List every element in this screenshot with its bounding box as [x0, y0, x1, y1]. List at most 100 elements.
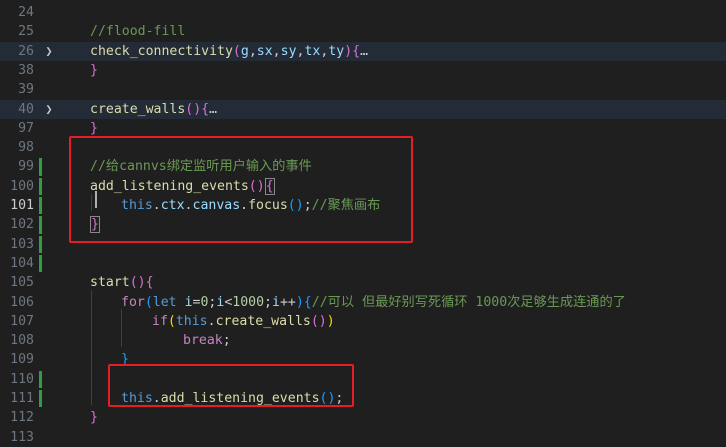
modified-line-marker: [39, 158, 42, 176]
code-token: //可以 但最好别写死循环 1000次足够生成连通的了: [311, 294, 626, 310]
code-line[interactable]: 25 //flood-fill: [0, 22, 726, 41]
code-token: }: [90, 62, 98, 78]
code-token: start: [90, 275, 130, 291]
indent-guide: [121, 309, 122, 347]
code-token: (): [129, 275, 146, 291]
text-cursor: [95, 191, 97, 208]
line-number: 110: [10, 371, 34, 387]
code-line[interactable]: 112}: [0, 408, 726, 427]
code-token: ++: [279, 294, 296, 310]
code-token: 1000: [232, 294, 265, 310]
line-number: 108: [10, 333, 34, 349]
line-number: 26: [18, 43, 34, 59]
code-token: }: [90, 120, 98, 136]
code-editor[interactable]: 24 25//flood-fill 26 ❯ check_connectivity(g,…: [0, 0, 726, 445]
modified-line-marker: [39, 370, 42, 388]
modified-line-marker: [39, 197, 42, 215]
code-token: tx: [304, 43, 321, 59]
code-token: i: [272, 294, 280, 310]
line-number: 113: [10, 429, 34, 445]
line-number: 103: [10, 236, 34, 252]
code-token: (): [310, 313, 327, 329]
code-token: {: [201, 101, 210, 117]
code-line[interactable]: 39: [0, 80, 726, 99]
code-line[interactable]: 26 ❯ check_connectivity(g,sx,sy,tx,ty){…: [0, 41, 726, 61]
indent-guide: [91, 290, 92, 367]
code-line[interactable]: 24: [0, 3, 726, 22]
code-token: ): [344, 43, 353, 59]
modified-line-marker: [39, 390, 42, 408]
code-token: }: [90, 410, 98, 426]
line-number: 25: [18, 24, 34, 40]
code-token: {: [303, 294, 312, 310]
code-token: ): [326, 313, 335, 329]
line-number: 39: [18, 82, 34, 98]
code-line[interactable]: 106 for(let i=0;i<1000;i++){//可以 但最好别写死循环…: [0, 293, 726, 312]
code-token: {: [352, 43, 361, 59]
folded-ellipsis[interactable]: …: [360, 44, 368, 59]
line-number: 107: [10, 313, 34, 329]
code-content: }: [90, 61, 98, 80]
annotation-box: [69, 136, 413, 243]
code-token: ,: [248, 43, 257, 59]
line-number: 99: [18, 159, 34, 175]
code-token: create_walls: [215, 313, 311, 329]
code-token: (: [167, 313, 176, 329]
code-token: (: [232, 43, 241, 59]
code-token: for: [121, 294, 145, 310]
code-token: check_connectivity: [90, 43, 233, 59]
code-token: ): [295, 294, 304, 310]
code-content: break;: [183, 331, 231, 350]
code-line[interactable]: 107 if(this.create_walls()): [0, 312, 726, 331]
code-token: sy: [280, 43, 297, 59]
line-number: 24: [18, 5, 34, 20]
chevron-right-icon[interactable]: ❯: [43, 42, 55, 61]
chevron-right-icon[interactable]: ❯: [43, 100, 55, 119]
code-content: create_walls(){…: [90, 100, 217, 119]
line-number: 111: [10, 391, 34, 406]
code-token: sx: [256, 43, 273, 59]
code-token: g: [240, 43, 249, 59]
line-number: 102: [10, 217, 34, 233]
code-line[interactable]: 105 start(){: [0, 273, 726, 292]
line-number: 106: [10, 294, 34, 310]
code-content: //flood-fill: [90, 22, 185, 41]
modified-line-marker: [39, 235, 42, 253]
line-number: 104: [10, 255, 34, 271]
code-token: let: [152, 294, 177, 310]
indent-guide: [91, 367, 92, 405]
code-token: create_walls: [90, 101, 186, 117]
code-content: check_connectivity(g,sx,sy,tx,ty){…: [90, 42, 368, 61]
code-token: (): [185, 101, 202, 117]
line-number: 105: [10, 275, 34, 291]
code-token: ;: [222, 333, 231, 349]
code-token: .: [207, 313, 216, 329]
line-number: 100: [10, 178, 34, 194]
line-number: 97: [18, 120, 34, 136]
line-number: 38: [18, 62, 34, 78]
code-token: if: [152, 313, 168, 329]
code-token: {: [145, 275, 154, 291]
code-line[interactable]: 108 break;: [0, 331, 726, 350]
code-token: (: [144, 294, 153, 310]
modified-line-marker: [39, 216, 42, 234]
code-line[interactable]: 40 ❯ create_walls(){…: [0, 99, 726, 119]
code-token: i: [184, 294, 193, 310]
modified-line-marker: [39, 177, 42, 195]
code-content: }: [90, 408, 98, 427]
folded-ellipsis[interactable]: …: [209, 102, 217, 117]
code-token: this: [175, 313, 208, 329]
code-line[interactable]: 38}: [0, 61, 726, 80]
annotation-box: [108, 364, 354, 407]
modified-line-marker: [39, 254, 42, 273]
code-token: //flood-fill: [90, 24, 186, 40]
code-content: for(let i=0;i<1000;i++){//可以 但最好别写死循环 10…: [121, 293, 626, 312]
code-line[interactable]: 104: [0, 254, 726, 273]
code-token: ty: [328, 43, 345, 59]
code-token: break: [183, 333, 223, 349]
line-number: 101: [10, 198, 34, 213]
line-number: 109: [10, 352, 34, 368]
code-line[interactable]: 113: [0, 428, 726, 447]
line-number: 98: [18, 140, 34, 156]
